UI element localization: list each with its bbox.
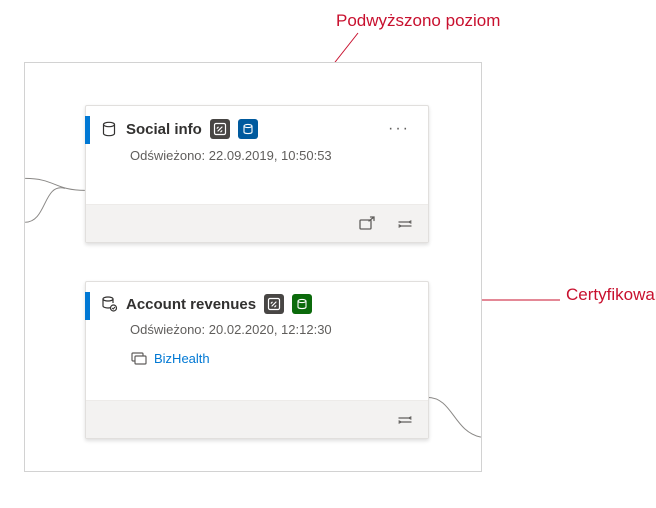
- refreshed-text: Odświeżono: 20.02.2020, 12:12:30: [86, 320, 428, 345]
- card-accent: [85, 292, 90, 320]
- lineage-canvas: Social info ··· Odświeżono: 22.09.2019, …: [24, 62, 482, 472]
- card-footer: [86, 400, 428, 438]
- card-title: Account revenues: [126, 296, 256, 313]
- workspace-link[interactable]: BizHealth: [154, 351, 210, 366]
- certified-badge-icon: [292, 294, 312, 314]
- expand-lineage-button[interactable]: [394, 213, 416, 235]
- expand-lineage-button[interactable]: [394, 409, 416, 431]
- promoted-badge-icon: [238, 119, 258, 139]
- sensitivity-badge-icon: [210, 119, 230, 139]
- dataflow-icon: [100, 295, 118, 313]
- card-accent: [85, 116, 90, 144]
- dataset-icon: [100, 120, 118, 138]
- refreshed-text: Odświeżono: 22.09.2019, 10:50:53: [86, 146, 428, 171]
- card-title: Social info: [126, 121, 202, 138]
- workspace-icon: [130, 349, 148, 367]
- dataset-card-account-revenues[interactable]: Account revenues Odświeżono: 20.02.2020,…: [85, 281, 429, 439]
- card-footer: [86, 204, 428, 242]
- share-button[interactable]: [356, 213, 378, 235]
- sensitivity-badge-icon: [264, 294, 284, 314]
- dataset-card-social-info[interactable]: Social info ··· Odświeżono: 22.09.2019, …: [85, 105, 429, 243]
- more-options-button[interactable]: ···: [384, 118, 414, 140]
